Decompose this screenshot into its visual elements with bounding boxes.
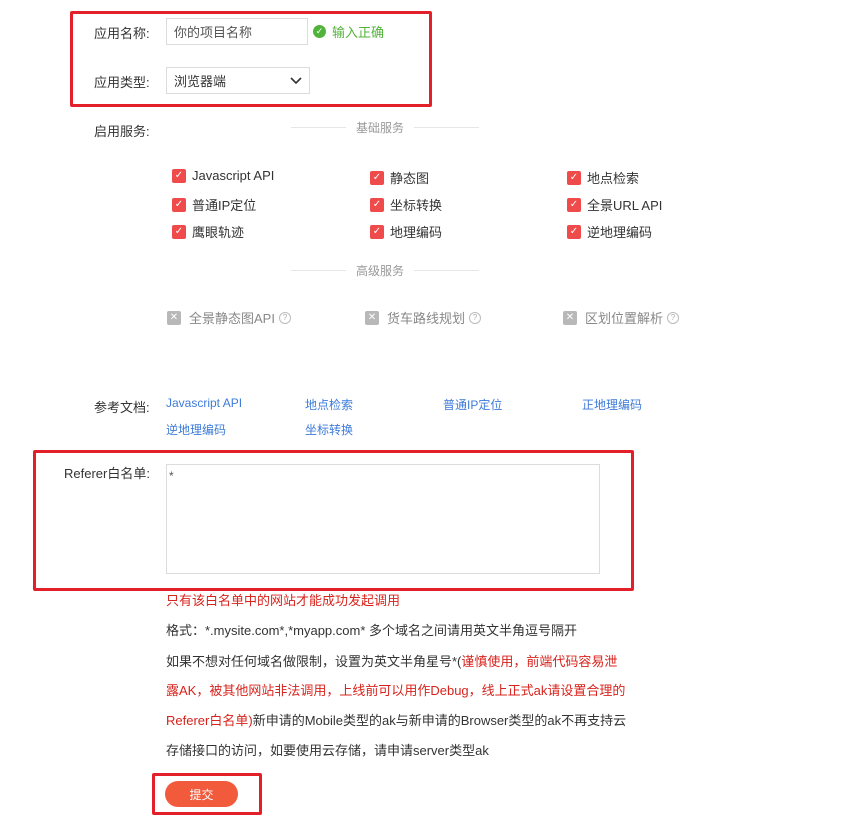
app-type-value: 浏览器端 [174, 74, 227, 89]
chevron-down-icon [290, 76, 302, 84]
referer-note-line4: 露AK，被其他网站非法调用，上线前可以用作Debug，线上正式ak请设置合理的 [166, 683, 626, 698]
doc-link[interactable]: 逆地理编码 [166, 421, 226, 438]
checkbox-checked-icon: ✓ [370, 170, 384, 185]
advanced-services-title: 高级服务 [356, 264, 405, 278]
checkbox-disabled-icon: ✕ [167, 310, 181, 325]
service-checkbox[interactable]: ✓ 全景URL API [567, 195, 662, 214]
services-label: 启用服务: [94, 124, 150, 139]
checkbox-disabled-icon: ✕ [365, 310, 379, 325]
referer-textarea[interactable]: * [166, 464, 600, 574]
app-name-status: ✓ 输入正确 [313, 22, 384, 41]
service-checkbox[interactable]: ✓ 普通IP定位 [172, 195, 256, 214]
checkbox-checked-icon: ✓ [172, 168, 186, 183]
docs-label: 参考文档: [94, 400, 150, 415]
help-icon[interactable]: ? [667, 311, 680, 324]
app-name-input[interactable]: 你的项目名称 [166, 18, 308, 45]
checkbox-checked-icon: ✓ [370, 197, 384, 212]
check-circle-icon: ✓ [313, 25, 326, 38]
checkbox-checked-icon: ✓ [567, 197, 581, 212]
service-checkbox[interactable]: ✓ 逆地理编码 [567, 222, 652, 241]
doc-link[interactable]: Javascript API [166, 396, 242, 410]
submit-button[interactable]: 提交 [165, 781, 238, 807]
help-icon[interactable]: ? [278, 311, 291, 324]
advanced-services-divider: 高级服务 [291, 262, 480, 279]
referer-note-line6: 存储接口的访问，如要使用云存储，请申请server类型ak [166, 743, 489, 758]
checkbox-checked-icon: ✓ [567, 170, 581, 185]
checkbox-checked-icon: ✓ [172, 224, 186, 239]
app-name-status-text: 输入正确 [332, 25, 385, 40]
app-name-label: 应用名称: [94, 26, 150, 41]
checkbox-checked-icon: ✓ [370, 224, 384, 239]
basic-services-title: 基础服务 [356, 121, 405, 135]
doc-link[interactable]: 地点检索 [305, 396, 353, 413]
referer-note-line1: 只有该白名单中的网站才能成功发起调用 [166, 593, 401, 608]
service-checkbox[interactable]: ✓ 坐标转换 [370, 195, 442, 214]
checkbox-checked-icon: ✓ [172, 197, 186, 212]
referer-note-line2: 格式：*.mysite.com*,*myapp.com* 多个域名之间请用英文半… [166, 623, 577, 638]
service-checkbox[interactable]: ✓ 鹰眼轨迹 [172, 222, 244, 241]
service-checkbox[interactable]: ✓ 地点检索 [567, 168, 639, 187]
checkbox-checked-icon: ✓ [567, 224, 581, 239]
service-checkbox[interactable]: ✓ 地理编码 [370, 222, 442, 241]
doc-link[interactable]: 正地理编码 [582, 396, 642, 413]
referer-label: Referer白名单: [64, 466, 150, 481]
app-type-label: 应用类型: [94, 75, 150, 90]
doc-link[interactable]: 坐标转换 [305, 421, 353, 438]
referer-note-line5: Referer白名单)新申请的Mobile类型的ak与新申请的Browser类型… [166, 713, 627, 728]
advanced-service-checkbox: ✕ 全景静态图API ? [167, 308, 291, 327]
checkbox-disabled-icon: ✕ [563, 310, 577, 325]
service-checkbox[interactable]: ✓ Javascript API [172, 168, 274, 183]
service-checkbox[interactable]: ✓ 静态图 [370, 168, 429, 187]
app-type-select[interactable]: 浏览器端 [166, 67, 310, 94]
advanced-service-checkbox: ✕ 区划位置解析 ? [563, 308, 680, 327]
advanced-service-checkbox: ✕ 货车路线规划 ? [365, 308, 482, 327]
basic-services-divider: 基础服务 [291, 119, 480, 136]
referer-note-line3: 如果不想对任何域名做限制，设置为英文半角星号*(谨慎使用，前端代码容易泄 [166, 654, 618, 669]
help-icon[interactable]: ? [469, 311, 482, 324]
doc-link[interactable]: 普通IP定位 [443, 396, 502, 413]
